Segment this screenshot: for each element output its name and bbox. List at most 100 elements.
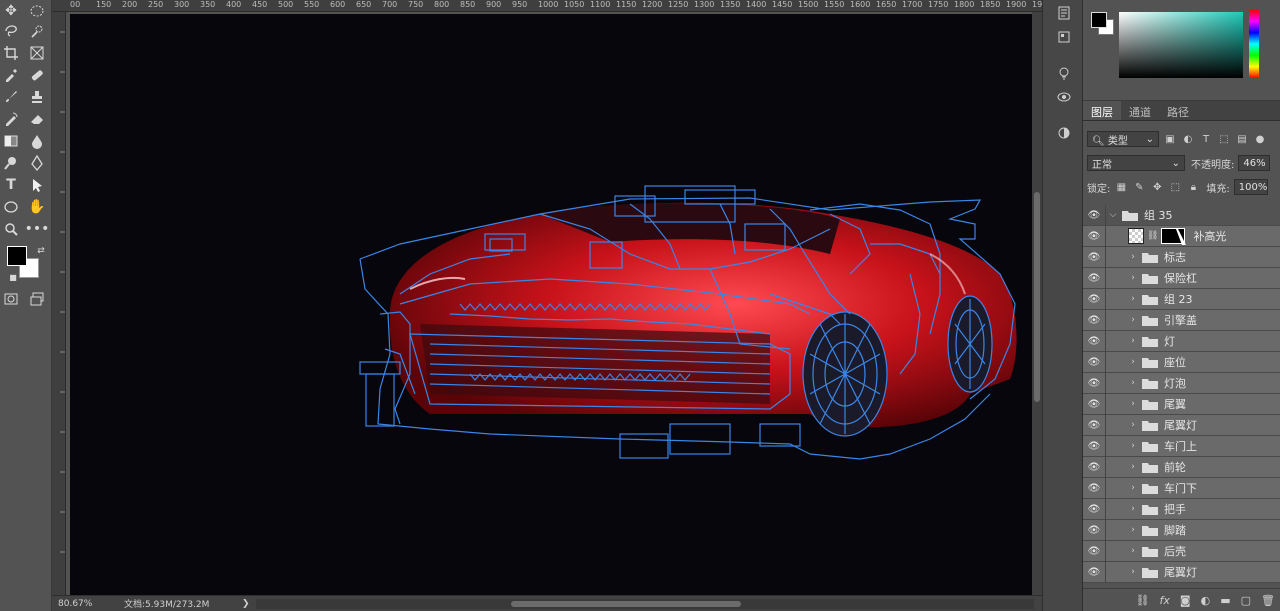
lock-all-icon[interactable]: 🔒︎	[1186, 180, 1200, 194]
new-adjustment-icon[interactable]: ◐	[1201, 594, 1211, 607]
vertical-scrollbar-thumb[interactable]	[1034, 192, 1040, 402]
eye-icon[interactable]: 👁︎	[1083, 483, 1105, 494]
gradient-icon[interactable]	[0, 130, 22, 152]
layer-folder-row[interactable]: 👁︎ › 组 23	[1083, 288, 1280, 310]
layer-folder-row[interactable]: 👁︎ › 尾翼	[1083, 393, 1280, 415]
chevron-right-icon[interactable]: ›	[1128, 315, 1138, 325]
chevron-right-icon[interactable]: ›	[1128, 504, 1138, 514]
history-brush-icon[interactable]	[0, 108, 22, 130]
color-picker-field[interactable]	[1119, 12, 1243, 78]
move-icon[interactable]: ✥	[0, 0, 22, 22]
eye-icon[interactable]: 👁︎	[1083, 273, 1105, 284]
layer-folder-row[interactable]: 👁︎ › 引擎盖	[1083, 309, 1280, 331]
eye-icon[interactable]: 👁︎	[1083, 399, 1105, 410]
adjustments-panel-icon[interactable]	[1055, 124, 1073, 142]
link-icon[interactable]: ⛓	[1147, 231, 1158, 241]
eyedropper-icon[interactable]	[0, 64, 22, 86]
opacity-input[interactable]: 46%	[1238, 155, 1271, 171]
add-mask-icon[interactable]: ◙	[1180, 594, 1191, 607]
status-menu-arrow[interactable]: ❯	[242, 599, 256, 609]
horizontal-scrollbar[interactable]	[256, 598, 1034, 609]
filter-pixel-icon[interactable]: ▣	[1163, 132, 1177, 146]
default-colors-icon[interactable]: ■	[2, 266, 24, 288]
chevron-right-icon[interactable]: ›	[1128, 441, 1138, 451]
layer-folder-row[interactable]: 👁︎ › 标志	[1083, 246, 1280, 268]
zoom-level[interactable]: 80.67%	[52, 599, 112, 609]
layer-folder-row[interactable]: 👁︎ › 尾翼灯	[1083, 414, 1280, 436]
layer-folder-row[interactable]: 👁︎ › 脚踏	[1083, 519, 1280, 541]
tab-layers[interactable]: 图层	[1083, 101, 1121, 120]
eye-icon[interactable]: 👁︎	[1083, 546, 1105, 557]
fx-icon[interactable]: fx	[1160, 594, 1170, 607]
trash-icon[interactable]: 🗑︎	[1261, 594, 1275, 607]
eye-icon[interactable]: 👁︎	[1083, 504, 1105, 515]
tab-paths[interactable]: 路径	[1159, 101, 1197, 120]
more-icon[interactable]: •••	[25, 218, 50, 240]
blend-mode-select[interactable]: 正常 ⌄	[1087, 155, 1185, 171]
vertical-scrollbar[interactable]	[1032, 12, 1042, 595]
crop-icon[interactable]	[0, 42, 22, 64]
brush-icon[interactable]	[0, 86, 22, 108]
zoom-icon[interactable]	[0, 218, 22, 240]
eye-icon[interactable]: 👁︎	[1083, 294, 1105, 305]
eye-icon[interactable]: 👁︎	[1083, 315, 1105, 326]
eye-icon[interactable]: 👁︎	[1083, 462, 1105, 473]
frame-icon[interactable]	[26, 42, 48, 64]
tab-channels[interactable]: 通道	[1121, 101, 1159, 120]
eye-icon[interactable]: 👁︎	[1083, 525, 1105, 536]
foreground-color-swatch[interactable]	[7, 246, 27, 266]
chevron-right-icon[interactable]: ›	[1128, 378, 1138, 388]
eraser-icon[interactable]	[26, 108, 48, 130]
layer-folder-row[interactable]: 👁︎ › 尾翼灯	[1083, 561, 1280, 583]
quick-select-icon[interactable]	[26, 20, 48, 42]
lasso-icon[interactable]	[0, 20, 22, 42]
lock-image-icon[interactable]: ✎	[1132, 180, 1146, 194]
chevron-right-icon[interactable]: ›	[1128, 252, 1138, 262]
eye-icon[interactable]: 👁︎	[1083, 567, 1105, 578]
chevron-right-icon[interactable]: ›	[1128, 399, 1138, 409]
eye-icon[interactable]: 👁︎	[1083, 336, 1105, 347]
filter-smart-object-icon[interactable]: ▤	[1235, 132, 1249, 146]
layer-filter-select[interactable]: 🔍︎ 类型 ⌄	[1087, 131, 1159, 147]
lock-position-icon[interactable]: ✥	[1150, 180, 1164, 194]
ellipse-icon[interactable]	[0, 196, 22, 218]
new-group-icon[interactable]: ▬	[1220, 594, 1230, 607]
chevron-right-icon[interactable]: ›	[1128, 525, 1138, 535]
eye-icon[interactable]: 👁︎	[1083, 357, 1105, 368]
properties-panel-icon[interactable]	[1055, 28, 1073, 46]
document-canvas-area[interactable]	[66, 12, 1032, 595]
blur-icon[interactable]	[26, 130, 48, 152]
stamp-icon[interactable]	[26, 86, 48, 108]
history-panel-icon[interactable]	[1055, 4, 1073, 22]
lock-artboard-icon[interactable]: ⬚	[1168, 180, 1182, 194]
filter-adjustment-icon[interactable]: ◐	[1181, 132, 1195, 146]
chevron-right-icon[interactable]: ›	[1128, 357, 1138, 367]
learn-panel-icon[interactable]	[1055, 64, 1073, 82]
screen-mode-icon[interactable]	[26, 288, 48, 310]
eye-icon[interactable]: 👁︎	[1083, 252, 1105, 263]
hue-slider[interactable]	[1249, 10, 1259, 78]
healing-icon[interactable]	[26, 64, 48, 86]
layer-folder-row[interactable]: 👁︎ › 座位	[1083, 351, 1280, 373]
filter-type-icon[interactable]: T	[1199, 132, 1213, 146]
dodge-icon[interactable]	[0, 152, 22, 174]
chevron-right-icon[interactable]: ›	[1128, 567, 1138, 577]
filter-toggle-icon[interactable]: ●	[1253, 132, 1267, 146]
quick-mask-icon[interactable]	[0, 288, 22, 310]
layer-folder-row[interactable]: 👁︎ › 灯	[1083, 330, 1280, 352]
fill-input[interactable]: 100%	[1233, 179, 1268, 195]
path-select-icon[interactable]	[26, 174, 48, 196]
marquee-icon[interactable]	[26, 0, 48, 22]
eye-icon[interactable]: 👁︎	[1083, 231, 1105, 242]
horizontal-scrollbar-thumb[interactable]	[511, 600, 741, 607]
layer-folder-row[interactable]: 👁︎ › 灯泡	[1083, 372, 1280, 394]
lock-transparent-icon[interactable]: ▦	[1114, 180, 1128, 194]
swap-colors-icon[interactable]: ⇄	[30, 240, 52, 262]
eye-icon[interactable]: 👁︎	[1083, 441, 1105, 452]
chevron-down-icon[interactable]: ⌵	[1108, 210, 1118, 220]
libraries-panel-icon[interactable]	[1055, 88, 1073, 106]
layer-group-row[interactable]: 👁︎ ⌵ 组 35	[1083, 205, 1280, 226]
chevron-right-icon[interactable]: ›	[1128, 462, 1138, 472]
eye-icon[interactable]: 👁︎	[1083, 420, 1105, 431]
chevron-right-icon[interactable]: ›	[1128, 483, 1138, 493]
